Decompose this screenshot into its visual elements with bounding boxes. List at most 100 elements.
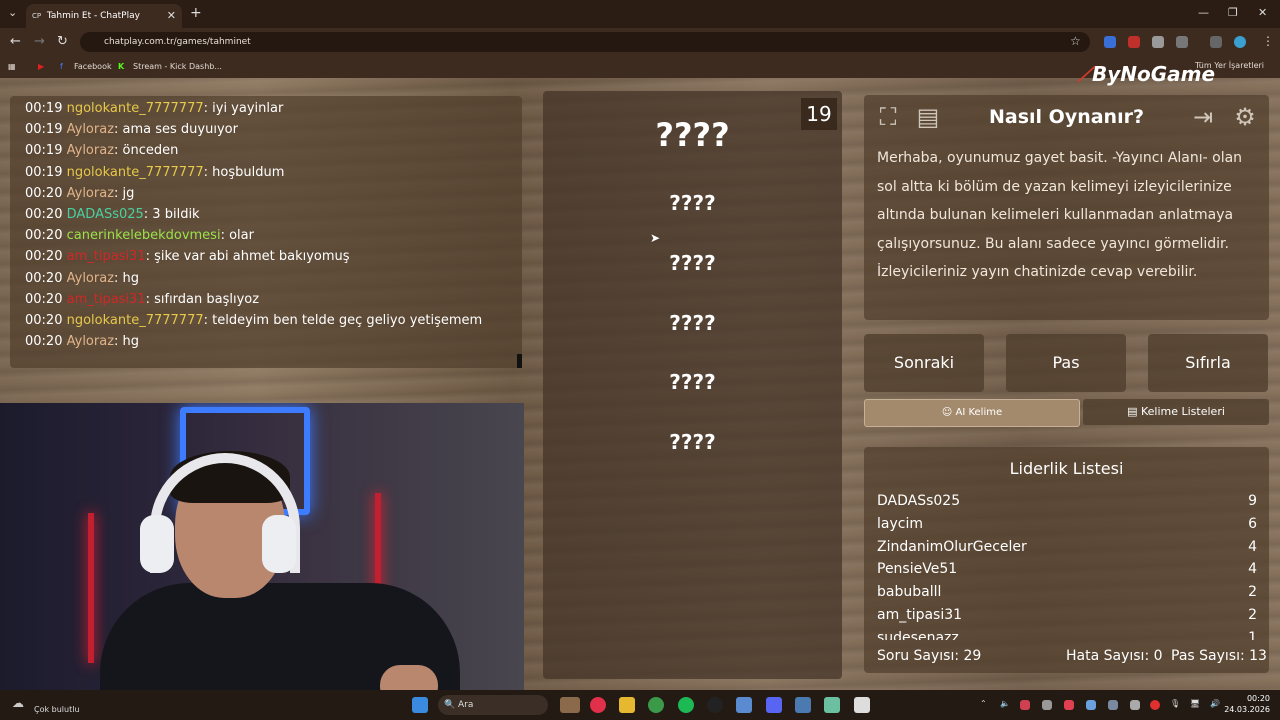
tray-icon[interactable] [1064, 700, 1074, 710]
bookmark-facebook[interactable]: Facebook [74, 56, 112, 78]
new-tab-icon[interactable]: + [190, 5, 202, 21]
forbidden-word: ???? [669, 251, 716, 275]
media-player-icon[interactable] [590, 697, 606, 713]
word-lists-button[interactable]: ▤ Kelime Listeleri [1083, 399, 1269, 425]
search-icon: 🔍 [444, 700, 456, 710]
widget-icon[interactable] [560, 697, 580, 713]
chat-scrollbar[interactable] [517, 354, 522, 368]
avatar[interactable] [1234, 36, 1246, 48]
chat-username[interactable]: Ayloraz [67, 186, 114, 201]
word-lists-label: Kelime Listeleri [1140, 405, 1225, 418]
chat-username[interactable]: canerinkelebekdovmesi [67, 228, 221, 243]
chat-username[interactable]: DADASs025 [67, 207, 144, 222]
close-window-icon[interactable]: ✕ [1258, 6, 1267, 19]
restore-icon[interactable]: ❐ [1228, 6, 1238, 19]
chat-timestamp: 00:20 [25, 207, 63, 222]
leaderboard-name: sudesenazz [877, 629, 959, 640]
chat-timestamp: 00:19 [25, 164, 63, 180]
chat-text: : ama ses duyuıyor [114, 122, 238, 138]
discord-icon[interactable] [766, 697, 782, 713]
forward-icon[interactable]: → [34, 34, 45, 49]
app-icon[interactable] [854, 697, 870, 713]
chat-timestamp: 00:20 [25, 249, 63, 265]
search-placeholder: Ara [458, 700, 474, 710]
shield-icon[interactable] [1152, 36, 1164, 48]
chat-timestamp: 00:20 [25, 185, 63, 201]
chat-username[interactable]: ngolokante_7777777 [67, 313, 204, 328]
tray-icon[interactable] [1150, 700, 1160, 710]
chat-timestamp: 00:20 [25, 270, 63, 286]
webcam-feed [0, 403, 524, 700]
youtube-icon[interactable]: ▶ [38, 56, 44, 78]
forbidden-word: ???? [669, 311, 716, 335]
tray-icon[interactable] [1042, 700, 1052, 710]
tray-icon[interactable] [1086, 700, 1096, 710]
chat-panel: 00:19 ngolokante_7777777: iyi yayinlar 00… [10, 96, 522, 368]
extension-icon[interactable] [1104, 36, 1116, 48]
notepad-icon[interactable] [795, 697, 811, 713]
microphone-icon[interactable]: 🎙 [1170, 699, 1180, 708]
leaderboard-row: PensieVe51 4 [877, 561, 1257, 577]
bookmark-kick[interactable]: Stream - Kick Dashb... [133, 56, 222, 78]
speaker-icon[interactable]: 🔈 [1000, 699, 1010, 708]
clock-time: 00:20 [1246, 694, 1270, 703]
obs-icon[interactable] [707, 697, 723, 713]
chat-username[interactable]: Ayloraz [67, 334, 114, 349]
windows-start-icon[interactable] [412, 697, 428, 713]
chat-username[interactable]: ngolokante_7777777 [67, 165, 204, 180]
apps-icon[interactable]: ▦ [8, 56, 16, 78]
leaderboard-score: 4 [1248, 538, 1257, 555]
app-icon[interactable] [824, 697, 840, 713]
media-icon[interactable] [1210, 36, 1222, 48]
chat-username[interactable]: am_tipasi31 [67, 292, 146, 307]
taskbar: ⌃ 🔈 🎙 🖥 🔊 [0, 690, 1280, 720]
taskbar-search[interactable]: 🔍 Ara [438, 695, 548, 715]
menu-icon[interactable]: ⋮ [1262, 34, 1274, 48]
close-tab-icon[interactable]: ✕ [167, 4, 176, 28]
chat-username[interactable]: Ayloraz [67, 143, 114, 158]
chrome-icon[interactable] [648, 697, 664, 713]
headphone-ear-right [262, 515, 296, 573]
chat-message: 00:20 Ayloraz: jg [25, 186, 134, 201]
settings-icon[interactable] [736, 697, 752, 713]
facebook-icon: f [60, 62, 63, 71]
ai-word-button[interactable]: ☺ AI Kelime [864, 399, 1080, 427]
bookmark-star-icon[interactable]: ☆ [1070, 34, 1081, 48]
tray-icon[interactable] [1130, 700, 1140, 710]
tray-icon[interactable] [1108, 700, 1118, 710]
chat-timestamp: 00:20 [25, 313, 63, 328]
leaderboard-row: laycim 6 [877, 516, 1257, 532]
chevron-up-icon[interactable]: ⌃ [980, 699, 987, 708]
chat-username[interactable]: Ayloraz [67, 122, 114, 137]
tray-icon[interactable] [1020, 700, 1030, 710]
network-icon[interactable]: 🖥 [1190, 699, 1200, 708]
minimize-icon[interactable]: — [1198, 6, 1209, 19]
chat-timestamp: 00:19 [25, 101, 63, 116]
file-explorer-icon[interactable] [619, 697, 635, 713]
reload-icon[interactable]: ↻ [57, 34, 68, 49]
all-bookmarks[interactable]: Tüm Yer İşaretleri [1195, 61, 1264, 70]
back-icon[interactable]: ← [10, 34, 21, 49]
tab-list-icon[interactable]: ⌄ [8, 6, 17, 19]
headphone-ear-left [140, 515, 174, 573]
kick-icon: K [118, 62, 125, 71]
leaderboard-score: 9 [1248, 493, 1257, 509]
spotify-icon[interactable] [678, 697, 694, 713]
chat-username[interactable]: am_tipasi31 [67, 249, 146, 264]
chat-username[interactable]: Ayloraz [67, 271, 114, 286]
forbidden-word: ???? [669, 430, 716, 454]
url-input[interactable]: chatplay.com.tr/games/tahminet [80, 32, 1090, 52]
next-button[interactable]: Sonraki [864, 334, 984, 392]
volume-icon[interactable]: 🔊 [1210, 699, 1220, 708]
clock[interactable]: 00:20 24.03.2026 [1224, 693, 1270, 715]
browser-tab[interactable]: CP Tahmin Et - ChatPlay ✕ [26, 4, 182, 28]
extension-icon[interactable] [1128, 36, 1140, 48]
list-icon: ▤ [1127, 405, 1141, 418]
leaderboard-score: 2 [1248, 607, 1257, 623]
leaderboard-score: 4 [1248, 561, 1257, 578]
reset-button[interactable]: Sıfırla [1148, 334, 1268, 392]
chat-username[interactable]: ngolokante_7777777 [67, 101, 204, 116]
pass-button[interactable]: Pas [1006, 334, 1126, 392]
puzzle-icon[interactable] [1176, 36, 1188, 48]
chat-message: 00:19 ngolokante_7777777: iyi yayinlar [25, 101, 283, 116]
